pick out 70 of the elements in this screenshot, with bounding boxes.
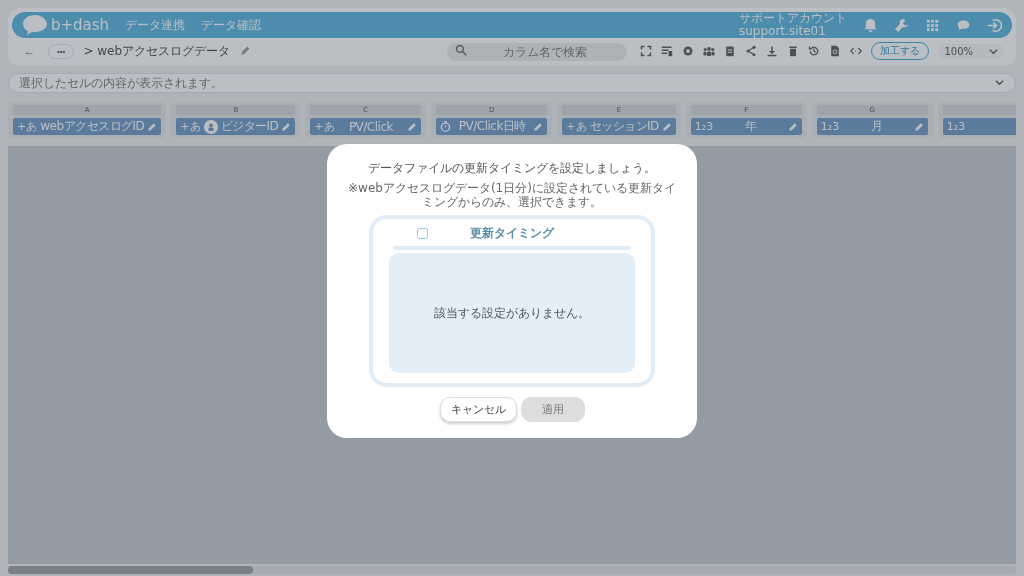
- grid-icon[interactable]: [925, 17, 940, 33]
- list-icon[interactable]: [661, 45, 674, 57]
- people-icon: [203, 119, 218, 134]
- history-icon[interactable]: [808, 45, 821, 57]
- logout-icon[interactable]: [987, 17, 1002, 33]
- pencil-icon[interactable]: [913, 121, 924, 132]
- nav-link[interactable]: データ確認: [201, 16, 262, 34]
- type-label: +あ: [314, 119, 335, 134]
- column-header[interactable]: 1₂3 月: [816, 118, 928, 135]
- download-icon[interactable]: [766, 45, 779, 57]
- dialog-title: データファイルの更新タイミングを設定しましょう。: [368, 160, 656, 177]
- back-button[interactable]: ←: [20, 45, 39, 57]
- dialog-note: ※webアクセスログデータ(1日分)に設定されている更新タイミングからのみ、選択できます。: [347, 181, 677, 209]
- nav-link[interactable]: データ連携: [125, 16, 186, 34]
- pencil-icon[interactable]: [533, 121, 544, 132]
- cell-content-field[interactable]: 選択したセルの内容が表示されます。: [8, 73, 1016, 93]
- zoom-dropdown[interactable]: 100%: [938, 43, 1004, 59]
- code-icon[interactable]: [850, 45, 863, 57]
- pencil-icon[interactable]: [239, 45, 252, 57]
- scrollbar-thumb[interactable]: [8, 566, 253, 574]
- type-label: 1₂3: [694, 120, 714, 133]
- column-header[interactable]: +あ webアクセスログID: [13, 118, 162, 135]
- column-name: ビジターID: [220, 118, 279, 135]
- breadcrumb: > webアクセスログデータ: [83, 42, 231, 60]
- column-name: セッションID: [589, 118, 659, 135]
- empty-message: 該当する設定がありません。: [434, 304, 590, 322]
- type-label: 1₂3: [820, 120, 840, 133]
- column-header[interactable]: +あ ビジターID: [176, 118, 296, 135]
- checkbox[interactable]: [417, 227, 428, 239]
- column-header[interactable]: +あ PV/Click: [310, 118, 422, 135]
- fullscreen-icon[interactable]: [640, 45, 653, 57]
- pencil-icon[interactable]: [281, 121, 292, 132]
- more-button[interactable]: •••: [48, 43, 75, 59]
- clipboard-icon[interactable]: [724, 45, 737, 57]
- type-label: +あ: [566, 119, 587, 134]
- clock-icon: [440, 121, 452, 132]
- chevron-down-icon[interactable]: [995, 78, 1004, 87]
- type-label: +あ: [180, 119, 201, 134]
- pencil-icon[interactable]: [787, 121, 798, 132]
- column-header[interactable]: 1₂3: [942, 118, 1016, 135]
- column-header[interactable]: PV/Click日時: [436, 118, 548, 135]
- column-name: PV/Click: [347, 119, 394, 134]
- logo-icon: [22, 14, 48, 36]
- type-label: +あ: [17, 119, 38, 134]
- search-icon: [455, 44, 468, 56]
- process-button[interactable]: 加工する: [871, 42, 930, 60]
- search-field[interactable]: カラム名で検索: [447, 43, 628, 61]
- pencil-icon[interactable]: [147, 121, 158, 132]
- pencil-icon[interactable]: [661, 121, 672, 132]
- column-header[interactable]: 1₂3 年: [690, 118, 802, 135]
- column-name: PV/Click日時: [457, 118, 527, 135]
- file-icon[interactable]: [829, 45, 842, 57]
- trash-icon[interactable]: [787, 45, 800, 57]
- column-name: 年: [743, 118, 758, 135]
- logo-text: b+dash: [51, 16, 110, 34]
- gear-icon[interactable]: [682, 45, 695, 57]
- pencil-icon[interactable]: [407, 121, 418, 132]
- type-label: 1₂3: [946, 120, 966, 133]
- column-header[interactable]: +あ セッションID: [562, 118, 676, 135]
- account-id: support.site01: [739, 25, 827, 38]
- chevron-down-icon: [989, 46, 998, 56]
- column-name: webアクセスログID: [40, 118, 145, 135]
- bell-icon[interactable]: [863, 17, 878, 33]
- wrench-icon[interactable]: [894, 17, 909, 33]
- cancel-button[interactable]: キャンセル: [439, 397, 517, 422]
- share-icon[interactable]: [745, 45, 758, 57]
- people-icon[interactable]: [703, 45, 716, 57]
- account-name: サポートアカウント: [739, 12, 847, 25]
- column-header: 更新タイミング: [468, 224, 556, 242]
- column-name: 月: [869, 118, 884, 135]
